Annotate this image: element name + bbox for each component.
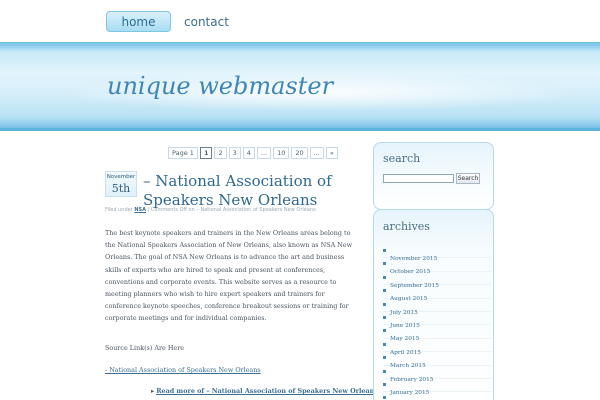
source-label: Source Link(s) Are Here [105,344,185,352]
search-widget: search Search [373,142,494,210]
post-date-badge: November 5th [105,171,137,197]
archive-list-item: November 2015 [383,245,491,262]
archives-widget: archives November 2015 October 2015 Septem… [373,209,494,400]
archives-widget-title: archives [383,220,430,233]
post-meta: Filed under NSA | Comments Off on – Nati… [105,207,355,213]
pagination-item[interactable]: ... [256,147,272,159]
pagination-item[interactable]: 1 [199,147,213,159]
read-more-link[interactable]: Read more of – National Association of S… [156,387,384,395]
search-input[interactable] [383,174,454,183]
archive-list-item: April 2015 [383,339,491,356]
archive-list-item: October 2015 [383,258,491,275]
site-title[interactable]: unique webmaster [107,72,333,100]
banner-divider [0,128,600,131]
source-link[interactable]: - National Association of Speakers New O… [105,366,261,374]
post-category-link[interactable]: NSA [134,207,146,213]
nav-contact-link[interactable]: contact [184,15,229,29]
pagination-item[interactable]: ... [309,147,324,159]
archives-list: November 2015 October 2015 September 2015 A… [383,245,491,400]
archive-list-item: March 2015 [383,352,491,369]
header-banner: unique webmaster [0,42,600,130]
post-body: The best keynote speakers and trainers i… [105,229,353,323]
read-more: ▸ Read more of – National Association of … [151,387,384,395]
archive-list-item: May 2015 [383,325,491,342]
search-button[interactable]: Search [456,173,480,184]
pagination-item[interactable]: 10 [273,147,290,159]
search-widget-title: search [383,152,421,165]
archive-list-item: January 2015 [383,379,491,396]
post-meta-suffix: | Comments Off on – National Association… [146,207,316,213]
archive-list-item: June 2015 [383,312,491,329]
top-navigation: home contact [0,0,600,42]
read-more-arrow-icon: ▸ [151,387,155,395]
pagination-item[interactable]: 20 [291,147,308,159]
archive-list-item: December 2014 [383,392,491,400]
archive-list-item: July 2015 [383,299,491,316]
post-date-month: November [106,174,136,180]
post-meta-prefix: Filed under [105,207,135,213]
pagination: Page 1 1 2 3 4... 10 20...» [168,147,338,159]
archive-list-item: September 2015 [383,272,491,289]
post-date-day: 5th [111,182,131,195]
pagination-item[interactable]: » [325,147,338,159]
nav-home-link[interactable]: home [106,11,171,32]
pagination-label: Page 1 [168,147,198,159]
archive-list-item: August 2015 [383,285,491,302]
pagination-item[interactable]: 2 [214,147,227,159]
post-title-link[interactable]: – National Association of Speakers New O… [143,172,353,210]
archive-list-item: February 2015 [383,366,491,383]
pagination-item[interactable]: 4 [242,147,255,159]
pagination-item[interactable]: 3 [228,147,241,159]
